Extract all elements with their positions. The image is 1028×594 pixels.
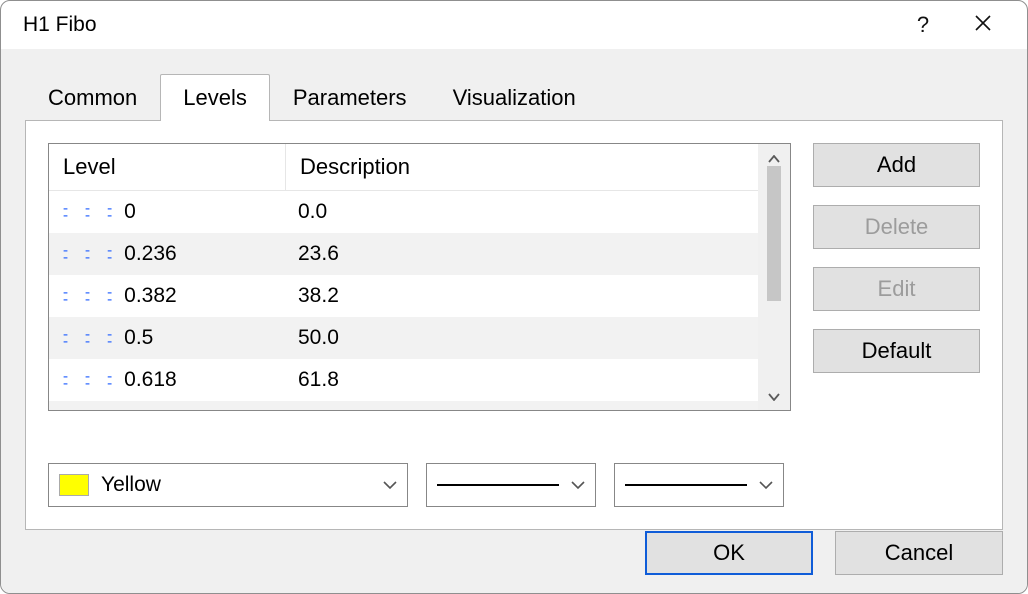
tab-visualization[interactable]: Visualization (430, 74, 599, 121)
table-row[interactable]: 0.382 38.2 (49, 275, 758, 317)
table-body: 0 0.0 0.236 23.6 0.382 38.2 (49, 191, 758, 410)
cell-level: 0.618 (124, 368, 177, 392)
titlebar: H1 Fibo ? (1, 1, 1027, 49)
cell-description: 38.2 (298, 284, 339, 308)
color-combo[interactable]: Yellow (48, 463, 408, 507)
table-row[interactable]: 1 100.0 (49, 401, 758, 410)
tab-levels[interactable]: Levels (160, 74, 270, 121)
add-button[interactable]: Add (813, 143, 980, 187)
cancel-button[interactable]: Cancel (835, 531, 1003, 575)
tab-page-levels: Level Description 0 0.0 0.236 2 (25, 120, 1003, 530)
chevron-down-icon (571, 481, 585, 490)
client-area: Common Levels Parameters Visualization L… (1, 49, 1027, 593)
tab-common[interactable]: Common (25, 74, 160, 121)
color-swatch (59, 474, 89, 496)
cell-description: 61.8 (298, 368, 339, 392)
style-selectors: Yellow (48, 463, 980, 507)
scroll-up-icon[interactable] (768, 150, 780, 166)
table-row[interactable]: 0.236 23.6 (49, 233, 758, 275)
scrollbar-thumb[interactable] (767, 166, 781, 301)
scroll-down-icon[interactable] (768, 388, 780, 404)
tab-parameters[interactable]: Parameters (270, 74, 430, 121)
close-icon (974, 12, 992, 38)
chevron-down-icon (383, 481, 397, 490)
line-style-icon (61, 373, 116, 387)
default-button[interactable]: Default (813, 329, 980, 373)
cell-description: 50.0 (298, 326, 339, 350)
chevron-down-icon (759, 481, 773, 490)
line-width-preview (625, 484, 747, 486)
dialog-footer: OK Cancel (645, 531, 1003, 575)
line-style-preview (437, 484, 559, 486)
help-icon: ? (917, 12, 929, 38)
cell-level: 0.5 (124, 326, 153, 350)
window-title: H1 Fibo (23, 13, 97, 37)
tab-strip: Common Levels Parameters Visualization (25, 73, 1003, 120)
line-style-icon (61, 205, 116, 219)
levels-table[interactable]: Level Description 0 0.0 0.236 2 (48, 143, 791, 411)
table-header: Level Description (49, 144, 758, 191)
table-row[interactable]: 0.5 50.0 (49, 317, 758, 359)
cell-level: 0.236 (124, 242, 177, 266)
titlebar-controls: ? (893, 1, 1013, 49)
dialog-window: H1 Fibo ? Common Levels Parameters Visua… (0, 0, 1028, 594)
table-row[interactable]: 0.618 61.8 (49, 359, 758, 401)
line-style-icon (61, 289, 116, 303)
side-buttons: Add Delete Edit Default (813, 143, 980, 435)
ok-button[interactable]: OK (645, 531, 813, 575)
column-header-level[interactable]: Level (49, 144, 286, 190)
cell-level: 0 (124, 200, 136, 224)
line-style-combo[interactable] (426, 463, 596, 507)
help-button[interactable]: ? (893, 1, 953, 49)
delete-button[interactable]: Delete (813, 205, 980, 249)
line-style-icon (61, 247, 116, 261)
edit-button[interactable]: Edit (813, 267, 980, 311)
cell-description: 23.6 (298, 242, 339, 266)
vertical-scrollbar[interactable] (758, 144, 790, 410)
color-name: Yellow (101, 473, 161, 497)
line-style-icon (61, 331, 116, 345)
table-row[interactable]: 0 0.0 (49, 191, 758, 233)
column-header-description[interactable]: Description (286, 144, 758, 190)
cell-description: 0.0 (298, 200, 327, 224)
cell-level: 0.382 (124, 284, 177, 308)
close-button[interactable] (953, 1, 1013, 49)
line-width-combo[interactable] (614, 463, 784, 507)
